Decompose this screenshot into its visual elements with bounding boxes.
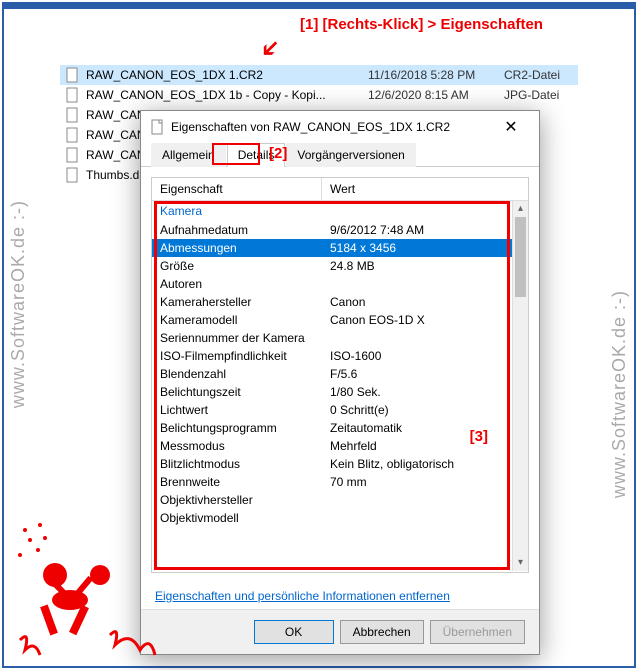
property-name: Messmodus [152,439,322,453]
property-name: Brennweite [152,475,322,489]
watermark-right: www.SoftwareOK.de :-) [609,290,630,498]
remove-properties-link[interactable]: Eigenschaften und persönliche Informatio… [141,583,539,609]
details-panel: Eigenschaft Wert KameraAufnahmedatum9/6/… [151,177,529,573]
file-icon [64,67,80,83]
property-value [322,493,528,507]
scroll-down-icon[interactable]: ▾ [513,555,528,571]
file-date: 12/6/2020 8:15 AM [368,88,498,102]
property-value: 1/80 Sek. [322,385,528,399]
property-row[interactable]: Lichtwert0 Schritt(e) [152,401,528,419]
dialog-title: Eigenschaften von RAW_CANON_EOS_1DX 1.CR… [171,120,485,134]
property-row[interactable]: Autoren [152,275,528,293]
cancel-button[interactable]: Abbrechen [340,620,424,644]
property-value: 9/6/2012 7:48 AM [322,223,528,237]
property-value: 0 Schritt(e) [322,403,528,417]
file-name: RAW_CANON_EOS_1DX 1b - Copy - Kopi... [86,88,362,102]
details-header: Eigenschaft Wert [152,178,528,201]
dialog-titlebar: Eigenschaften von RAW_CANON_EOS_1DX 1.CR… [141,111,539,143]
property-value: Zeitautomatik [322,421,528,435]
file-date: 11/16/2018 5:28 PM [368,68,498,82]
scrollbar-thumb[interactable] [515,217,526,297]
apply-button[interactable]: Übernehmen [430,620,525,644]
property-value: 70 mm [322,475,528,489]
file-icon [149,119,165,135]
property-value [322,511,528,525]
property-name: Objektivhersteller [152,493,322,507]
section-title: Kamera [152,201,528,221]
property-name: Größe [152,259,322,273]
property-value [322,277,528,291]
property-value: 5184 x 3456 [322,241,528,255]
tab-general[interactable]: Allgemein [151,143,226,167]
file-icon [64,147,80,163]
file-type: JPG-Datei [504,88,574,102]
file-icon [64,107,80,123]
property-value: F/5.6 [322,367,528,381]
property-row[interactable]: BlitzlichtmodusKein Blitz, obligatorisch [152,455,528,473]
property-value: Mehrfeld [322,439,528,453]
property-name: Kameramodell [152,313,322,327]
header-property: Eigenschaft [152,178,322,200]
annotation-3: [3] [470,428,488,445]
property-name: Abmessungen [152,241,322,255]
property-row[interactable]: Brennweite70 mm [152,473,528,491]
file-icon [64,167,80,183]
property-row[interactable]: Abmessungen5184 x 3456 [152,239,528,257]
dialog-buttons: OK Abbrechen Übernehmen [141,609,539,654]
scroll-up-icon[interactable]: ▴ [513,201,528,217]
property-name: ISO-Filmempfindlichkeit [152,349,322,363]
file-name: RAW_CANON_EOS_1DX 1.CR2 [86,68,362,82]
decorative-figure [10,480,170,660]
property-name: Lichtwert [152,403,322,417]
property-row[interactable]: Aufnahmedatum9/6/2012 7:48 AM [152,221,528,239]
property-row[interactable]: Objektivmodell [152,509,528,527]
property-name: Aufnahmedatum [152,223,322,237]
property-row[interactable]: ISO-FilmempfindlichkeitISO-1600 [152,347,528,365]
watermark-left: www.SoftwareOK.de :-) [8,200,29,408]
properties-dialog: Eigenschaften von RAW_CANON_EOS_1DX 1.CR… [140,110,540,655]
property-value: Canon [322,295,528,309]
property-value: 24.8 MB [322,259,528,273]
property-value: ISO-1600 [322,349,528,363]
property-name: Seriennummer der Kamera [152,331,322,345]
property-name: Belichtungszeit [152,385,322,399]
property-row[interactable]: Seriennummer der Kamera [152,329,528,347]
annotation-2: [2] [269,145,287,162]
file-icon [64,87,80,103]
header-value: Wert [322,178,528,200]
property-name: Belichtungsprogramm [152,421,322,435]
property-name: Kamerahersteller [152,295,322,309]
details-body[interactable]: KameraAufnahmedatum9/6/2012 7:48 AMAbmes… [152,201,528,571]
property-value [322,331,528,345]
property-name: Objektivmodell [152,511,322,525]
file-row[interactable]: RAW_CANON_EOS_1DX 1.CR2 11/16/2018 5:28 … [60,65,578,85]
property-row[interactable]: KameraherstellerCanon [152,293,528,311]
property-value: Kein Blitz, obligatorisch [322,457,528,471]
property-row[interactable]: Objektivhersteller [152,491,528,509]
property-row[interactable]: Größe24.8 MB [152,257,528,275]
close-button[interactable]: ✕ [491,117,531,137]
tab-versions[interactable]: Vorgängerversionen [286,143,415,167]
file-row[interactable]: RAW_CANON_EOS_1DX 1b - Copy - Kopi... 12… [60,85,578,105]
scrollbar[interactable]: ▴ ▾ [512,201,528,571]
property-name: Blendenzahl [152,367,322,381]
property-value: Canon EOS-1D X [322,313,528,327]
file-type: CR2-Datei [504,68,574,82]
property-row[interactable]: Belichtungszeit1/80 Sek. [152,383,528,401]
annotation-1: [1] [Rechts-Klick] > Eigenschaften [300,16,543,33]
property-name: Blitzlichtmodus [152,457,322,471]
tabs: Allgemein Details Vorgängerversionen [2] [141,143,539,167]
property-name: Autoren [152,277,322,291]
arrow-icon: ➔ [253,31,288,66]
property-row[interactable]: KameramodellCanon EOS-1D X [152,311,528,329]
ok-button[interactable]: OK [254,620,334,644]
file-icon [64,127,80,143]
property-row[interactable]: BlendenzahlF/5.6 [152,365,528,383]
